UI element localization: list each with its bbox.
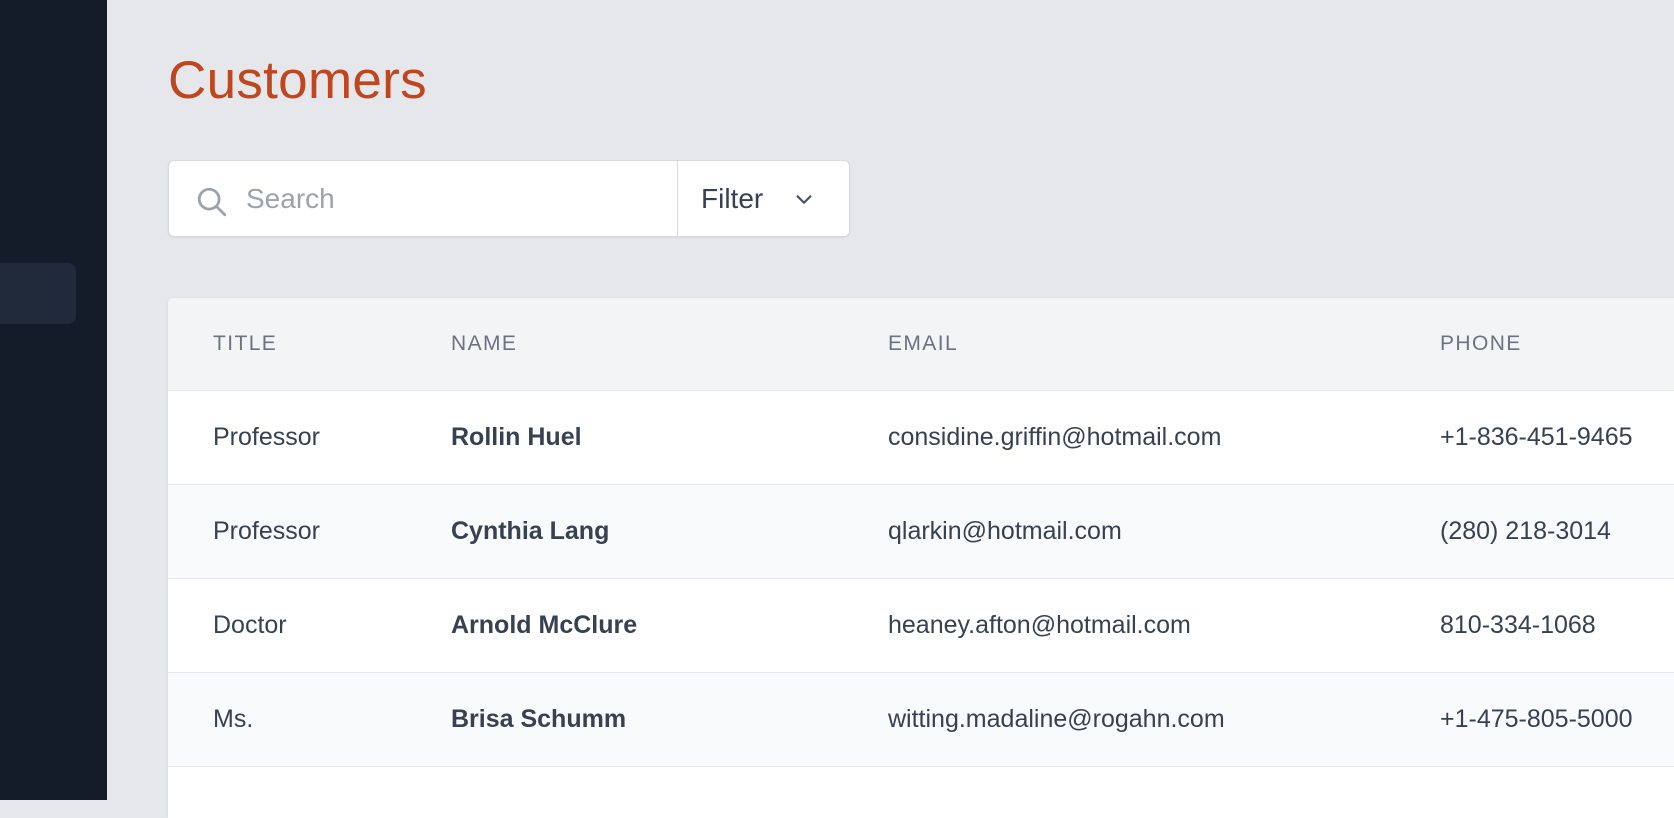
table-row[interactable]: Professor Rollin Huel considine.griffin@… — [168, 390, 1674, 484]
cell-email: witting.madaline@rogahn.com — [888, 672, 1440, 766]
cell-name[interactable]: Cynthia Lang — [451, 484, 888, 578]
table-row[interactable]: Doctor Arnold McClure heaney.afton@hotma… — [168, 578, 1674, 672]
cell-phone: +1-836-451-9465 — [1440, 390, 1674, 484]
search-filter-bar: Filter — [168, 160, 850, 237]
table-row[interactable]: Professor Cynthia Lang qlarkin@hotmail.c… — [168, 484, 1674, 578]
cell-phone: 810-334-1068 — [1440, 578, 1674, 672]
table-header-row: TITLE NAME EMAIL PHONE — [168, 298, 1674, 390]
sidebar — [0, 0, 107, 800]
cell-email: qlarkin@hotmail.com — [888, 484, 1440, 578]
cell-phone: (280) 218-3014 — [1440, 484, 1674, 578]
main-content: Customers Filter TITLE NAME EMAIL PHONE — [107, 0, 1674, 800]
cell-email: considine.griffin@hotmail.com — [888, 390, 1440, 484]
search-field — [169, 161, 677, 236]
cell-phone: +1-475-805-5000 — [1440, 672, 1674, 766]
customers-table: TITLE NAME EMAIL PHONE Professor Rollin … — [168, 298, 1674, 767]
cell-email: heaney.afton@hotmail.com — [888, 578, 1440, 672]
search-icon — [195, 185, 229, 219]
page-title: Customers — [168, 50, 427, 111]
column-header-email[interactable]: EMAIL — [888, 298, 1440, 390]
column-header-phone[interactable]: PHONE — [1440, 298, 1674, 390]
cell-name[interactable]: Brisa Schumm — [451, 672, 888, 766]
column-header-name[interactable]: NAME — [451, 298, 888, 390]
search-input[interactable] — [169, 161, 677, 236]
customers-table-card: TITLE NAME EMAIL PHONE Professor Rollin … — [168, 298, 1674, 818]
filter-dropdown[interactable]: Filter — [677, 161, 849, 236]
filter-label: Filter — [701, 183, 763, 215]
cell-name[interactable]: Arnold McClure — [451, 578, 888, 672]
cell-title: Professor — [168, 484, 451, 578]
cell-name[interactable]: Rollin Huel — [451, 390, 888, 484]
column-header-title[interactable]: TITLE — [168, 298, 451, 390]
cell-title: Ms. — [168, 672, 451, 766]
table-row[interactable]: Ms. Brisa Schumm witting.madaline@rogahn… — [168, 672, 1674, 766]
cell-title: Doctor — [168, 578, 451, 672]
sidebar-active-item[interactable] — [0, 263, 76, 324]
cell-title: Professor — [168, 390, 451, 484]
chevron-down-icon — [793, 189, 815, 211]
